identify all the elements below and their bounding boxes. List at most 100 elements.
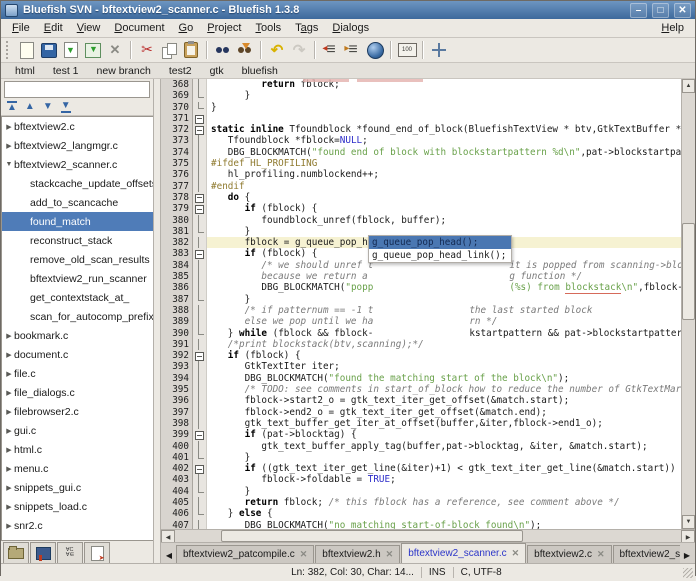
fold-margin[interactable] <box>193 429 207 440</box>
resize-grip[interactable] <box>683 568 693 578</box>
menu-document[interactable]: Document <box>107 21 171 35</box>
hscroll-thumb[interactable] <box>221 530 523 542</box>
document-tab[interactable]: bftextview2.c✕ <box>527 545 611 563</box>
tree-item[interactable]: stackcache_update_offsets <box>2 174 153 193</box>
fold-margin[interactable] <box>193 339 207 350</box>
document-tab[interactable]: bftextview2_patcompile.c✕ <box>176 545 314 563</box>
expander-icon[interactable]: ▶ <box>4 351 14 359</box>
fold-margin[interactable] <box>193 282 207 293</box>
fold-margin[interactable] <box>193 395 207 406</box>
menu-view[interactable]: View <box>70 21 108 35</box>
fold-margin[interactable] <box>193 113 207 124</box>
expander-icon[interactable]: ▶ <box>4 446 14 454</box>
tree-item[interactable]: ▶bftextview2.c <box>2 117 153 136</box>
unindent-button[interactable] <box>320 39 342 61</box>
tab-close-icon[interactable]: ✕ <box>597 549 605 560</box>
fold-margin[interactable] <box>193 260 207 271</box>
expander-icon[interactable]: ▶ <box>4 370 14 378</box>
close-button[interactable]: ✕ <box>674 3 691 18</box>
expander-icon[interactable]: ▶ <box>4 123 14 131</box>
fold-margin[interactable] <box>193 497 207 508</box>
expander-icon[interactable]: ▶ <box>4 465 14 473</box>
redo-button[interactable] <box>288 39 310 61</box>
fold-margin[interactable] <box>193 407 207 418</box>
find-button[interactable] <box>212 39 234 61</box>
scroll-up-icon[interactable]: ▲ <box>682 79 695 93</box>
browser-preview-button[interactable] <box>364 39 386 61</box>
document-tab[interactable]: bftextview2_scanner.c✕ <box>401 543 526 563</box>
previous-bookmark-button[interactable]: ▲ <box>25 102 35 112</box>
fold-margin[interactable] <box>193 181 207 192</box>
quickbar-tab[interactable]: new branch <box>89 65 159 77</box>
vscroll-thumb[interactable] <box>682 223 695 320</box>
tree-item[interactable]: found_match <box>2 212 153 231</box>
tab-close-icon[interactable]: ✕ <box>512 548 520 559</box>
maximize-button[interactable]: □ <box>652 3 669 18</box>
fold-margin[interactable] <box>193 192 207 203</box>
fold-margin[interactable] <box>193 384 207 395</box>
tree-item[interactable]: ▶snr2.c <box>2 516 153 535</box>
find-replace-button[interactable] <box>234 39 256 61</box>
tree-item[interactable]: ▶html.c <box>2 440 153 459</box>
first-bookmark-button[interactable]: ▲ <box>7 101 17 113</box>
quickbar-tab[interactable]: bluefish <box>234 65 286 77</box>
save-button[interactable] <box>38 39 60 61</box>
tree-item[interactable]: remove_old_scan_results <box>2 250 153 269</box>
tree-item[interactable]: ▶menu.c <box>2 459 153 478</box>
fold-margin[interactable] <box>193 294 207 305</box>
fold-margin[interactable] <box>193 373 207 384</box>
undo-button[interactable] <box>266 39 288 61</box>
expander-icon[interactable]: ▼ <box>4 161 14 168</box>
next-bookmark-button[interactable]: ▼ <box>43 102 53 112</box>
fold-margin[interactable] <box>193 124 207 135</box>
expander-icon[interactable]: ▶ <box>4 484 14 492</box>
snippets-tab[interactable] <box>84 542 110 563</box>
tabs-scroll-left-icon[interactable]: ◀ <box>162 547 176 563</box>
tree-item[interactable]: bftextview2_run_scanner <box>2 269 153 288</box>
fold-margin[interactable] <box>193 316 207 327</box>
code-editor[interactable]: 368 return fblock;369 }370}371372static … <box>161 79 681 529</box>
toolbar-grip[interactable] <box>6 41 13 59</box>
scroll-down-icon[interactable]: ▼ <box>682 515 695 529</box>
tree-item[interactable]: ▼bftextview2_scanner.c <box>2 155 153 174</box>
document-tab[interactable]: bftextview2_scanner.h✕ <box>613 545 681 563</box>
fold-margin[interactable] <box>193 135 207 146</box>
last-bookmark-button[interactable]: ▼ <box>61 101 71 113</box>
fold-margin[interactable] <box>193 215 207 226</box>
open-button[interactable] <box>82 39 104 61</box>
menu-edit[interactable]: Edit <box>37 21 70 35</box>
expander-icon[interactable]: ▶ <box>4 427 14 435</box>
menu-dialogs[interactable]: Dialogs <box>325 21 376 35</box>
tree-item[interactable]: add_to_scancache <box>2 193 153 212</box>
expander-icon[interactable]: ▶ <box>4 503 14 511</box>
view-100-button[interactable] <box>396 39 418 61</box>
fold-margin[interactable] <box>193 147 207 158</box>
tree-item[interactable]: reconstruct_stack <box>2 231 153 250</box>
save-as-button[interactable] <box>60 39 82 61</box>
filebrowser-tab[interactable] <box>3 542 29 563</box>
completion-item[interactable]: g_queue_pop_head_link(); <box>369 249 511 262</box>
tree-item[interactable]: ▶bookmark.c <box>2 326 153 345</box>
tree-item[interactable]: ▶file.c <box>2 364 153 383</box>
quickbar-tab[interactable]: gtk <box>202 65 232 77</box>
copy-button[interactable] <box>158 39 180 61</box>
close-button[interactable] <box>104 39 126 61</box>
fold-margin[interactable] <box>193 463 207 474</box>
vertical-scrollbar[interactable]: ▲ ▼ <box>681 79 695 529</box>
menu-tools[interactable]: Tools <box>248 21 288 35</box>
horizontal-scrollbar[interactable]: ◀ ▶ <box>161 529 695 542</box>
tree-item[interactable]: ▶snippets_load.c <box>2 497 153 516</box>
fold-margin[interactable] <box>193 361 207 372</box>
fold-margin[interactable] <box>193 237 207 248</box>
function-filter-input[interactable] <box>4 81 150 98</box>
tree-item[interactable]: ▶document.c <box>2 345 153 364</box>
charmap-tab[interactable]: ∀C ∀∈ <box>57 542 83 563</box>
menu-tags[interactable]: Tags <box>288 21 325 35</box>
tab-close-icon[interactable]: ✕ <box>300 549 308 560</box>
fullscreen-button[interactable] <box>428 39 450 61</box>
indent-button[interactable] <box>342 39 364 61</box>
tree-item[interactable]: scan_for_autocomp_prefix <box>2 307 153 326</box>
tabs-scroll-right-icon[interactable]: ▶ <box>680 547 694 563</box>
fold-margin[interactable] <box>193 486 207 497</box>
menu-help[interactable]: Help <box>654 21 691 35</box>
